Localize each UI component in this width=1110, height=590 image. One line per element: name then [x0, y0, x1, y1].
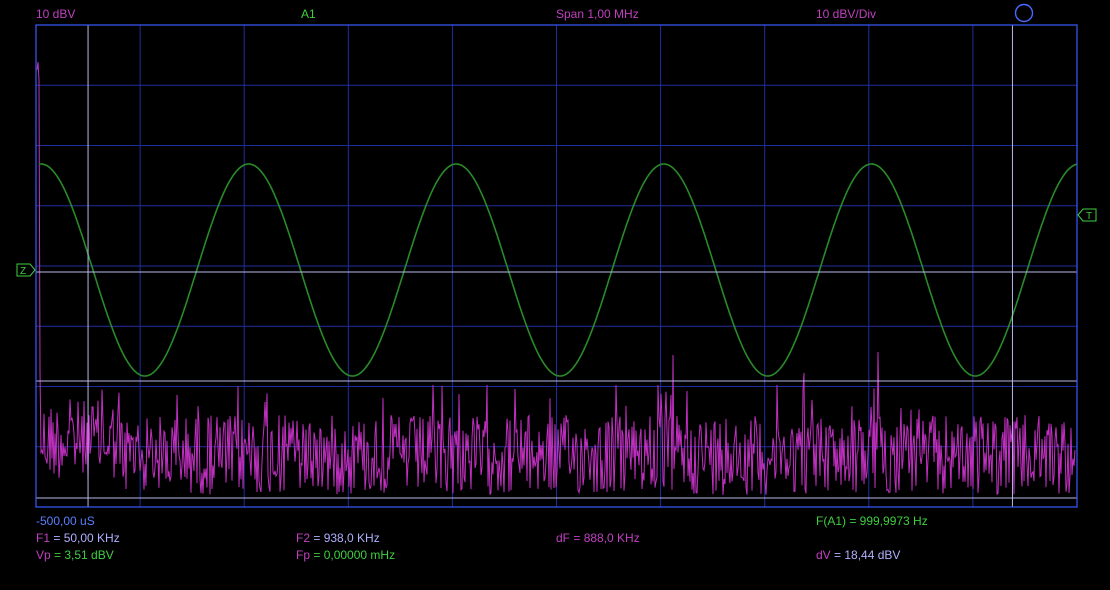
fp-value: = 0,00000 mHz [310, 548, 396, 562]
trigger-marker-label: T [1086, 211, 1092, 222]
df-value: = 888,0 KHz [570, 531, 640, 545]
vertical-scale-label: 10 dBV [36, 7, 76, 21]
span-label: Span 1,00 MHz [556, 7, 639, 21]
vp-value: = 3,51 dBV [50, 548, 114, 562]
df-readout: dF = 888,0 KHz [556, 531, 640, 545]
ground-marker-label: Z [20, 266, 26, 277]
f1-label: F1 [36, 531, 51, 545]
vp-label: Vp [36, 548, 51, 562]
vp-readout: Vp = 3,51 dBV [36, 548, 114, 562]
dv-value: = 18,44 dBV [830, 548, 901, 562]
oscilloscope-display[interactable]: Z T [0, 0, 1110, 590]
f1-readout: F1 = 50,00 KHz [36, 531, 120, 545]
fp-readout: Fp = 0,00000 mHz [296, 548, 395, 562]
scale-per-div-label: 10 dBV/Div [816, 7, 877, 21]
f2-value: = 938,0 KHz [310, 531, 380, 545]
f2-label: F2 [296, 531, 311, 545]
f2-readout: F2 = 938,0 KHz [296, 531, 380, 545]
fp-label: Fp [296, 548, 311, 562]
trigger-level-marker[interactable]: T [1077, 208, 1097, 222]
df-label: dF [556, 531, 571, 545]
dv-label: dV [816, 548, 831, 562]
sine-waveform-trace [38, 163, 1078, 377]
fa1-value: = 999,9973 Hz [846, 514, 928, 528]
ground-reference-marker[interactable]: Z [16, 263, 36, 277]
dv-readout: dV = 18,44 dBV [816, 548, 900, 562]
f1-value: = 50,00 KHz [50, 531, 120, 545]
fa1-label: F(A1) [816, 514, 846, 528]
fa1-readout: F(A1) = 999,9973 Hz [816, 514, 928, 528]
time-offset-label: -500,00 uS [36, 514, 95, 528]
graticule-grid [36, 25, 1077, 507]
channel-label[interactable]: A1 [301, 7, 316, 21]
circle-outline-icon[interactable] [1014, 3, 1034, 23]
